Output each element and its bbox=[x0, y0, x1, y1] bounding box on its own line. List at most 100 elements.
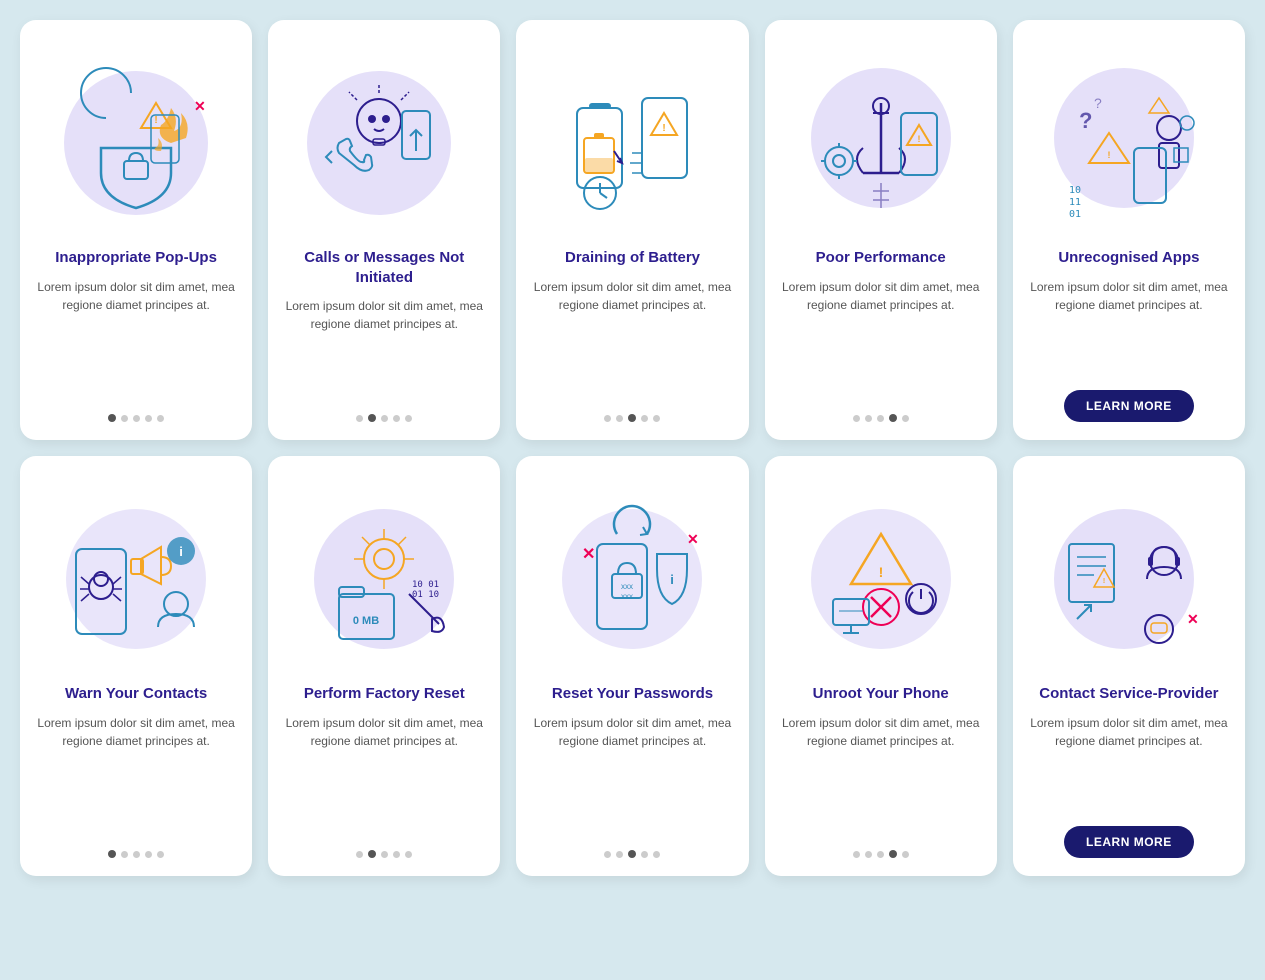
card-title: Calls or Messages Not Initiated bbox=[284, 248, 484, 287]
card-dots bbox=[356, 850, 412, 858]
card-dots bbox=[356, 414, 412, 422]
card-warn-contacts: i Warn Your Contacts Lorem ipsum dolor s… bbox=[20, 456, 252, 876]
dot bbox=[641, 851, 648, 858]
dot bbox=[853, 415, 860, 422]
card-draining-battery: ! Draining of Battery Lorem ipsum dolor … bbox=[516, 20, 748, 440]
dot-active bbox=[889, 850, 897, 858]
svg-text:!: ! bbox=[154, 115, 157, 126]
dot bbox=[393, 851, 400, 858]
card-body: Lorem ipsum dolor sit dim amet, mea regi… bbox=[532, 278, 732, 401]
card-body: Lorem ipsum dolor sit dim amet, mea regi… bbox=[1029, 714, 1229, 813]
illustration-inappropriate-popups: ! ✕ bbox=[36, 38, 236, 238]
learn-more-button-2[interactable]: LEARN MORE bbox=[1064, 826, 1194, 858]
dot bbox=[865, 415, 872, 422]
svg-text:✕: ✕ bbox=[582, 546, 595, 563]
card-dots bbox=[604, 414, 660, 422]
svg-text:✕: ✕ bbox=[194, 98, 206, 114]
card-body: Lorem ipsum dolor sit dim amet, mea regi… bbox=[284, 714, 484, 837]
card-title: Reset Your Passwords bbox=[552, 684, 713, 704]
cards-grid: ! ✕ Inappropriate Pop-Ups Lorem ipsum do… bbox=[20, 20, 1245, 876]
card-dots bbox=[108, 414, 164, 422]
card-dots bbox=[853, 414, 909, 422]
svg-text:i: i bbox=[179, 544, 183, 559]
illustration-draining-battery: ! bbox=[532, 38, 732, 238]
dot bbox=[604, 415, 611, 422]
card-title: Inappropriate Pop-Ups bbox=[55, 248, 217, 268]
illustration-unroot-phone: ! bbox=[781, 474, 981, 674]
dot bbox=[641, 415, 648, 422]
card-title: Contact Service-Provider bbox=[1039, 684, 1218, 704]
svg-text:?: ? bbox=[1079, 108, 1092, 133]
dot-active bbox=[368, 850, 376, 858]
dot bbox=[121, 851, 128, 858]
card-dots bbox=[604, 850, 660, 858]
svg-text:10 01: 10 01 bbox=[412, 580, 439, 590]
dot bbox=[616, 851, 623, 858]
dot bbox=[381, 415, 388, 422]
svg-text:!: ! bbox=[1103, 578, 1105, 585]
dot bbox=[653, 851, 660, 858]
card-body: Lorem ipsum dolor sit dim amet, mea regi… bbox=[781, 714, 981, 837]
card-body: Lorem ipsum dolor sit dim amet, mea regi… bbox=[532, 714, 732, 837]
card-unrecognised-apps: ? ? ! 10 11 01 Unrecognised Apps bbox=[1013, 20, 1245, 440]
card-body: Lorem ipsum dolor sit dim amet, mea regi… bbox=[36, 714, 236, 837]
dot bbox=[405, 415, 412, 422]
dot bbox=[653, 415, 660, 422]
card-title: Poor Performance bbox=[816, 248, 946, 268]
dot bbox=[381, 851, 388, 858]
card-reset-passwords: xxx xxx i ✕ ✕ Reset Your Passwords Lorem… bbox=[516, 456, 748, 876]
card-title: Draining of Battery bbox=[565, 248, 700, 268]
dot bbox=[865, 851, 872, 858]
card-dots bbox=[853, 850, 909, 858]
svg-text:!: ! bbox=[1107, 150, 1110, 160]
svg-text:xxx: xxx bbox=[621, 592, 633, 601]
dot bbox=[157, 415, 164, 422]
dot bbox=[405, 851, 412, 858]
dot-active bbox=[628, 850, 636, 858]
learn-more-button[interactable]: LEARN MORE bbox=[1064, 390, 1194, 422]
card-title: Warn Your Contacts bbox=[65, 684, 207, 704]
dot bbox=[145, 851, 152, 858]
illustration-unrecognised-apps: ? ? ! 10 11 01 bbox=[1029, 38, 1229, 238]
card-body: Lorem ipsum dolor sit dim amet, mea regi… bbox=[36, 278, 236, 401]
illustration-factory-reset: 0 MB 10 01 01 10 bbox=[284, 474, 484, 674]
card-title: Unroot Your Phone bbox=[813, 684, 949, 704]
card-title: Unrecognised Apps bbox=[1058, 248, 1199, 268]
svg-text:xxx: xxx bbox=[621, 582, 633, 591]
card-body: Lorem ipsum dolor sit dim amet, mea regi… bbox=[1029, 278, 1229, 377]
card-body: Lorem ipsum dolor sit dim amet, mea regi… bbox=[284, 297, 484, 400]
dot bbox=[393, 415, 400, 422]
card-calls-messages: Calls or Messages Not Initiated Lorem ip… bbox=[268, 20, 500, 440]
svg-text:?: ? bbox=[1094, 95, 1102, 111]
svg-text:01 10: 01 10 bbox=[412, 590, 439, 600]
dot bbox=[616, 415, 623, 422]
svg-text:01: 01 bbox=[1069, 209, 1081, 220]
dot-active bbox=[628, 414, 636, 422]
dot-active bbox=[368, 414, 376, 422]
svg-text:!: ! bbox=[917, 134, 920, 144]
dot bbox=[356, 415, 363, 422]
card-dots bbox=[108, 850, 164, 858]
svg-text:!: ! bbox=[663, 123, 666, 134]
card-contact-provider: ! ✕ Contact Service-Provider Lorem ipsum… bbox=[1013, 456, 1245, 876]
dot-active bbox=[889, 414, 897, 422]
svg-text:i: i bbox=[671, 572, 675, 587]
illustration-warn-contacts: i bbox=[36, 474, 236, 674]
dot bbox=[356, 851, 363, 858]
card-body: Lorem ipsum dolor sit dim amet, mea regi… bbox=[781, 278, 981, 401]
illustration-contact-provider: ! ✕ bbox=[1029, 474, 1229, 674]
dot bbox=[145, 415, 152, 422]
card-poor-performance: ! Poor Performance Lorem ipsum dolor sit… bbox=[765, 20, 997, 440]
dot bbox=[121, 415, 128, 422]
card-inappropriate-popups: ! ✕ Inappropriate Pop-Ups Lorem ipsum do… bbox=[20, 20, 252, 440]
svg-text:✕: ✕ bbox=[1187, 611, 1199, 627]
svg-text:!: ! bbox=[878, 564, 883, 580]
illustration-poor-performance: ! bbox=[781, 38, 981, 238]
card-unroot-phone: ! Unroot Your Phone Lorem ipsum dolor si… bbox=[765, 456, 997, 876]
dot bbox=[902, 415, 909, 422]
dot-active bbox=[108, 850, 116, 858]
dot bbox=[877, 415, 884, 422]
card-factory-reset: 0 MB 10 01 01 10 Perform Factory Reset L… bbox=[268, 456, 500, 876]
svg-text:11: 11 bbox=[1069, 197, 1081, 208]
dot bbox=[133, 851, 140, 858]
